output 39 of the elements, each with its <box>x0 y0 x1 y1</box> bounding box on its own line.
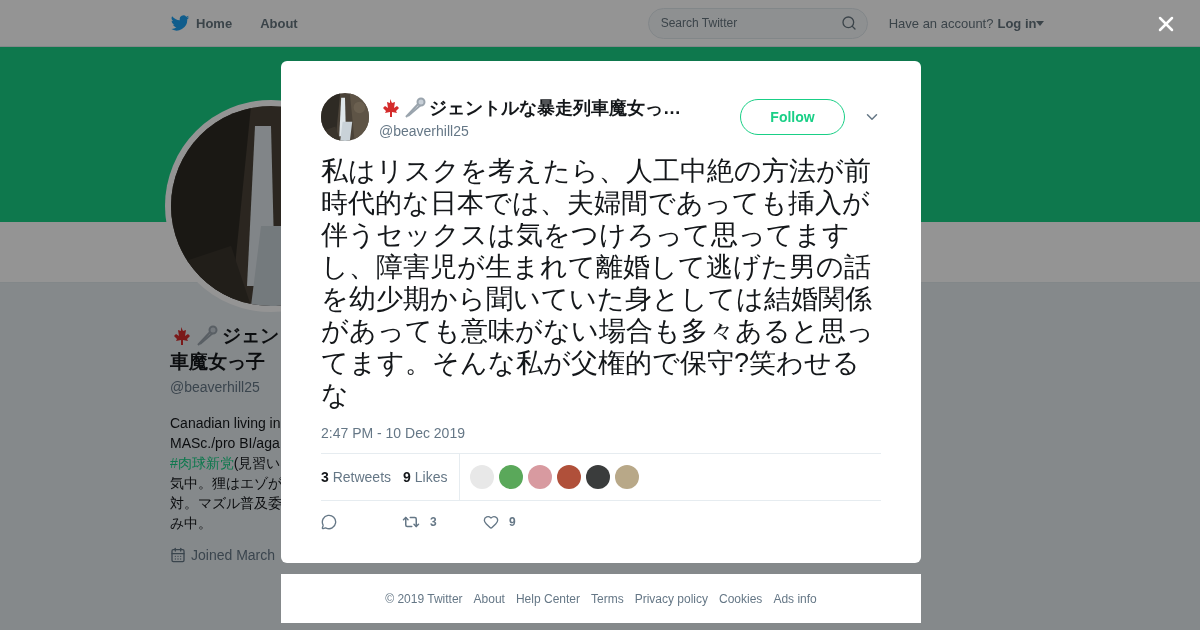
joined-date: Joined March <box>191 547 276 563</box>
footer-link[interactable]: Help Center <box>515 591 580 606</box>
footer-link[interactable]: Cookies <box>719 591 763 606</box>
retweet-button[interactable]: 3 <box>402 513 483 531</box>
bio-text: #肉球新党(見習い <box>170 454 282 473</box>
profile-handle: @beaverhill25 <box>170 379 261 395</box>
profile-name: 車魔女っ子 <box>170 350 265 374</box>
bio-text: MASc./pro BI/aga <box>170 434 281 453</box>
reply-icon <box>321 514 337 530</box>
safety-pin-icon <box>195 325 219 347</box>
footer-link[interactable]: © 2019 Twitter <box>385 591 463 606</box>
like-button[interactable]: 9 <box>483 514 564 530</box>
caret-icon <box>1036 20 1045 26</box>
stat-count[interactable]: 9 Likes <box>403 469 448 485</box>
display-name: ジェントルな暴走列車魔女っ… <box>429 96 681 120</box>
nav-link[interactable]: About <box>260 15 298 31</box>
bio-text: み中。 <box>170 514 213 533</box>
search-field[interactable]: Search Twitter <box>647 7 868 39</box>
account-prompt: Have an account? <box>888 15 994 31</box>
search-icon <box>840 15 857 31</box>
footer-link[interactable]: About <box>473 591 505 606</box>
bio-text: Canadian living in <box>170 414 282 433</box>
tweet-text: 私はリスクを考えたら、人工中絶の方法が前時代的な日本では、夫婦間であっても挿入が伴うセックスは気をつけろって思ってますし、障害児が生まれて離婚して逃げた男の話を幼少期から聞いていた身としては結婚関係があっても意味がない場合も多々あると思ってます。そんな私が父権的で保守?笑わせるな <box>321 155 875 411</box>
bird-logo-icon <box>170 14 190 32</box>
footer-link[interactable]: Privacy policy <box>634 591 708 606</box>
tweet-time: 2:47 PM - 10 Dec 2019 <box>321 425 466 441</box>
avatar[interactable] <box>586 465 611 489</box>
calendar-icon <box>170 547 186 563</box>
home-link[interactable]: Home <box>170 14 233 32</box>
avatar[interactable] <box>557 465 582 489</box>
heart-icon <box>483 514 499 530</box>
login-link[interactable]: Log in <box>997 15 1045 31</box>
safety-pin-icon <box>403 96 427 119</box>
stat-count[interactable]: 3 Retweets <box>321 469 392 485</box>
profile-name: ジェン <box>222 324 279 348</box>
bio-text: 対。マズル普及委 <box>170 494 282 513</box>
footer-link[interactable]: Terms <box>591 591 624 606</box>
user-handle: @beaverhill25 <box>379 122 470 139</box>
footer-link[interactable]: Ads info <box>773 591 817 606</box>
